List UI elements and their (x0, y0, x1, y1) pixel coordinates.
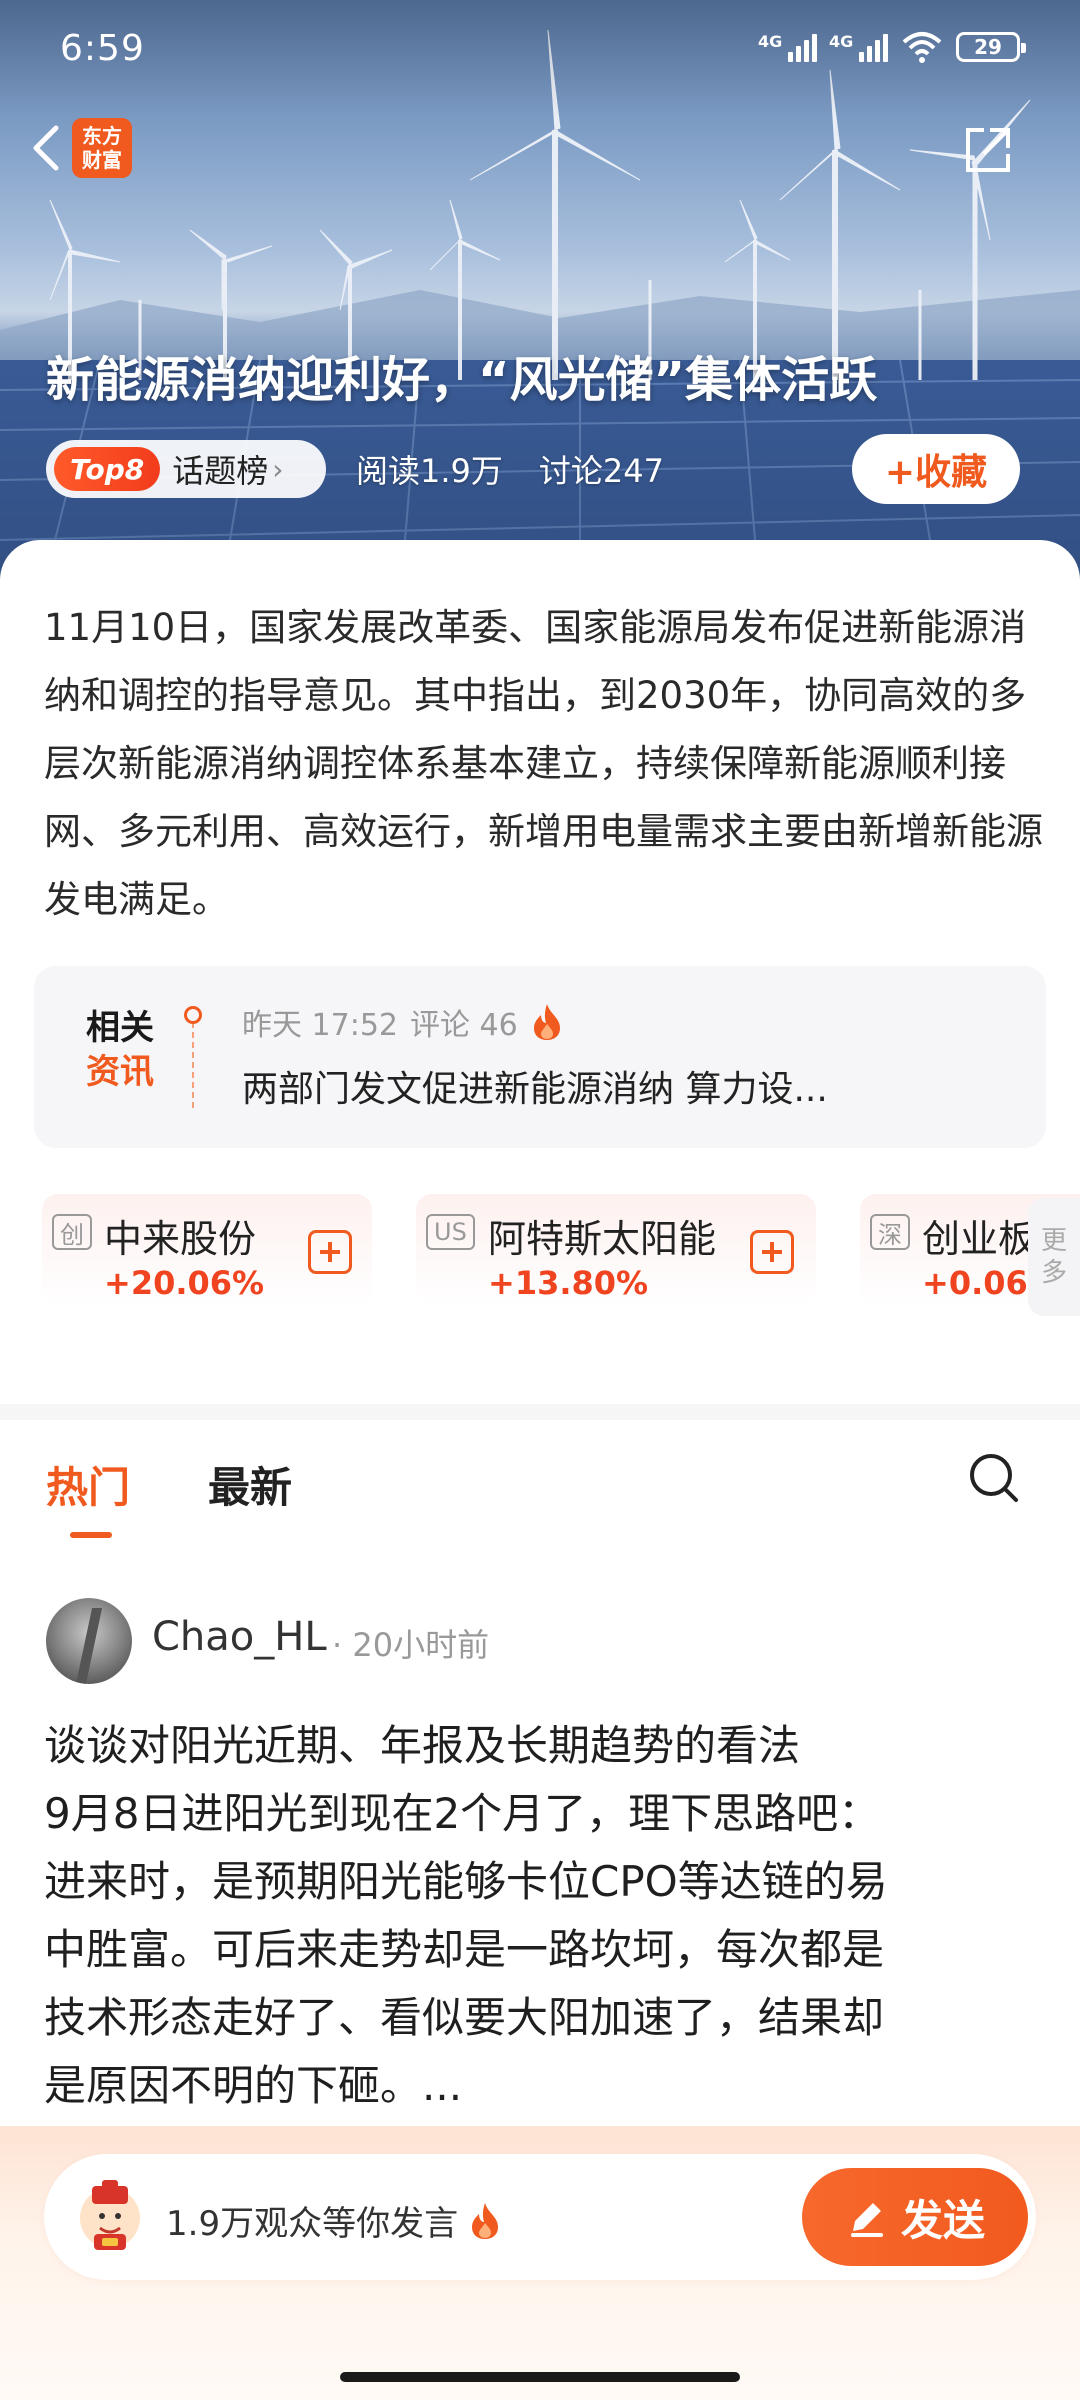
share-icon[interactable] (960, 122, 1016, 178)
send-button[interactable]: 发送 (802, 2168, 1028, 2266)
tab-latest[interactable]: 最新 (208, 1454, 292, 1515)
stock-card[interactable]: US 阿特斯太阳能 +13.80% (416, 1194, 816, 1306)
send-label: 发送 (900, 2195, 985, 2245)
battery-icon: 29 (956, 32, 1026, 62)
topic-stats: 阅读1.9万 讨论247 (356, 446, 664, 492)
search-icon[interactable] (966, 1450, 1022, 1506)
news-comments: 评论 46 (410, 1008, 518, 1043)
stock-name: 中来股份 (104, 1217, 257, 1261)
topic-intro: 11月10日，国家发展改革委、国家能源局发布促进新能源消纳和调控的指导意见。其中… (44, 606, 1043, 921)
app-logo: 东方 财富 (72, 118, 132, 178)
add-stock-icon[interactable] (750, 1230, 794, 1274)
home-indicator[interactable] (340, 2372, 740, 2382)
news-headline: 两部门发文促进新能源消纳 算力设... (242, 1069, 828, 1110)
signal-icon: 4G (758, 32, 817, 62)
avatar[interactable] (46, 1598, 132, 1684)
add-stock-icon[interactable] (308, 1230, 352, 1274)
logo-text-2: 财富 (82, 148, 122, 172)
signal-label: 4G (829, 32, 854, 51)
related-news-tag: 相关 资讯 (86, 1006, 166, 1094)
related-stocks: 创 中来股份 +20.06% US 阿特斯太阳能 +13.80% 深 创业板 +… (42, 1194, 1080, 1306)
related-news-tag-2: 资讯 (86, 1052, 154, 1092)
signal-icon: 4G (829, 32, 888, 62)
stock-change: +20.06% (104, 1264, 265, 1302)
related-news-card[interactable]: 相关 资讯 昨天 17:52 评论 46 两部门发文促进新能源消纳 算力设... (34, 966, 1046, 1148)
news-time: 昨天 17:52 (242, 1008, 398, 1043)
more-stocks-button[interactable]: 更 多 (1028, 1198, 1080, 1316)
related-news-tag-1: 相关 (86, 1008, 154, 1048)
collect-button[interactable]: +收藏 (852, 434, 1020, 504)
topic-rank-button[interactable]: Top8 话题榜 › (46, 440, 326, 498)
page-title: 新能源消纳迎利好，“风光储”集体活跃 (46, 352, 878, 408)
market-tag: US (426, 1214, 475, 1250)
timeline-dot (184, 1006, 202, 1024)
post-line: 是原因不明的下砸。... (44, 2061, 463, 2110)
more-label-2: 多 (1040, 1258, 1067, 1288)
discussion-count: 讨论247 (538, 452, 664, 490)
active-tab-indicator (70, 1532, 112, 1538)
more-label-1: 更 (1040, 1226, 1067, 1256)
status-icons: 4G 4G 29 (758, 30, 1026, 64)
status-time: 6:59 (60, 28, 145, 69)
post-line: 技术形态走好了、看似要大阳加速了，结果却 (44, 1993, 885, 2042)
stock-name: 阿特斯太阳能 (488, 1217, 717, 1261)
logo-text-1: 东方 (82, 124, 122, 148)
post-line: 中胜富。可后来走势却是一路坎坷，每次都是 (44, 1925, 885, 1974)
status-bar: 6:59 4G 4G 29 (0, 0, 1080, 100)
tab-hot[interactable]: 热门 (46, 1454, 130, 1515)
post-line: 谈谈对阳光近期、年报及长期趋势的看法 (44, 1721, 801, 1770)
post-line: 9月8日进阳光到现在2个月了，理下思路吧： (44, 1789, 881, 1838)
timeline-line (192, 1012, 194, 1108)
comment-prompt: 1.9万观众等你发言 (166, 2196, 502, 2245)
pencil-icon (850, 2203, 883, 2237)
comment-prompt-text: 1.9万观众等你发言 (166, 2204, 459, 2244)
stock-card[interactable]: 创 中来股份 +20.06% (42, 1194, 372, 1306)
signal-label: 4G (758, 32, 783, 51)
back-arrow-icon[interactable] (22, 118, 72, 178)
comment-input-bar[interactable]: 1.9万观众等你发言 发送 (44, 2154, 1036, 2280)
topic-rank-label: 话题榜 (172, 452, 269, 490)
market-tag: 深 (870, 1214, 910, 1250)
post-line: 进来时，是预期阳光能够卡位CPO等达链的易 (44, 1857, 888, 1906)
section-divider (0, 1404, 1080, 1420)
market-tag: 创 (52, 1214, 92, 1250)
flame-icon (533, 1004, 560, 1040)
top-rank-badge: Top8 (54, 447, 161, 491)
mascot-icon (80, 2180, 140, 2250)
wifi-icon (902, 32, 942, 63)
post-body[interactable]: 谈谈对阳光近期、年报及长期趋势的看法 9月8日进阳光到现在2个月了，理下思路吧：… (44, 1712, 1044, 2120)
stock-name: 创业板 (922, 1217, 1037, 1261)
stock-change: +13.80% (488, 1264, 649, 1302)
chevron-right-icon: › (272, 452, 284, 486)
read-count: 阅读1.9万 (356, 452, 503, 490)
news-meta: 昨天 17:52 评论 46 (242, 1000, 564, 1044)
post-time: · 20小时前 (332, 1626, 490, 1664)
post-username[interactable]: Chao_HL (152, 1614, 327, 1660)
flame-icon (472, 2202, 499, 2239)
